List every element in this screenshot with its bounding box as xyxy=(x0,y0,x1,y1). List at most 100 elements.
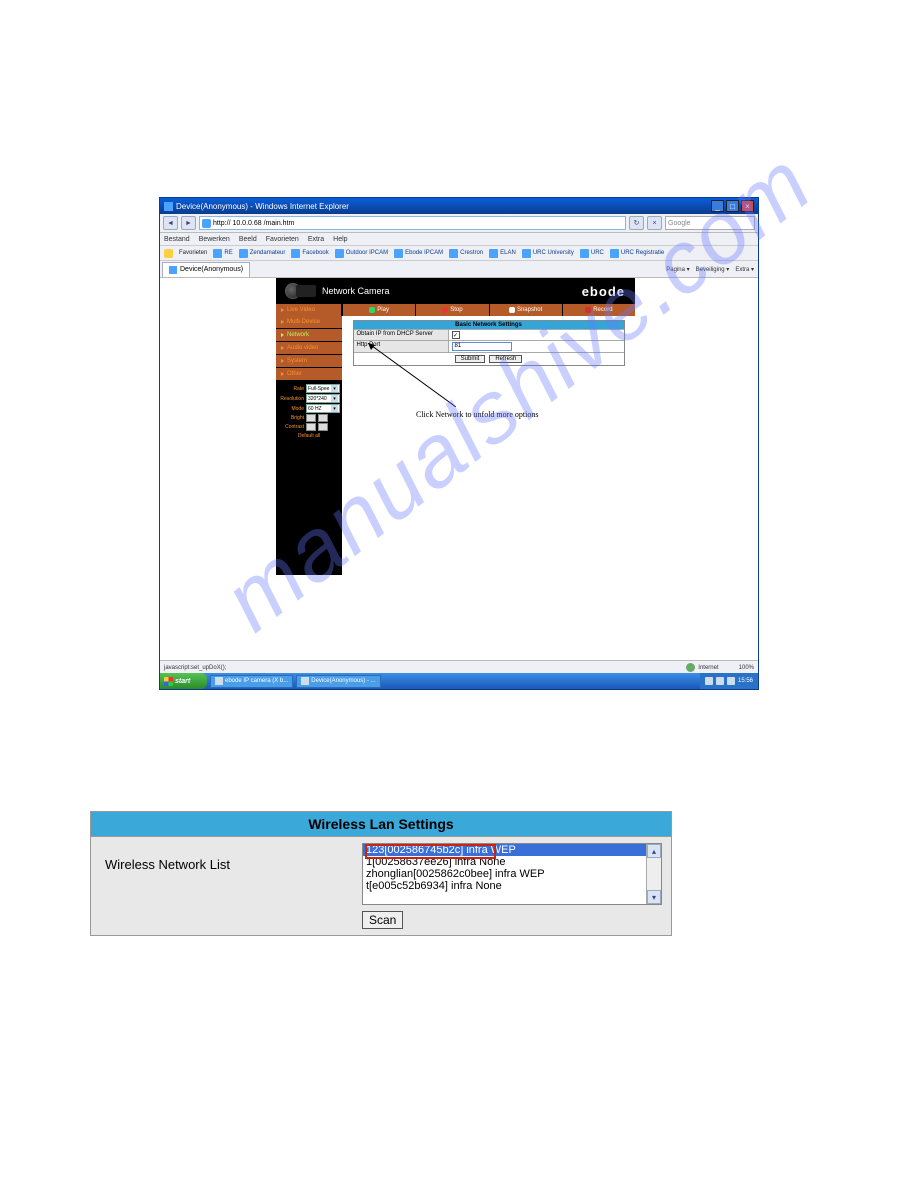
start-button[interactable]: start xyxy=(160,673,207,689)
tab-label: Device(Anonymous) xyxy=(180,266,243,273)
tab-icon xyxy=(169,266,177,274)
fav-item[interactable]: RE xyxy=(213,249,232,258)
forward-button[interactable]: ► xyxy=(181,216,196,230)
bright-plus-button[interactable] xyxy=(306,414,316,422)
list-item[interactable]: t[e005c52b6934] infra None xyxy=(363,880,661,892)
sidebar-item-multi-device[interactable]: Multi-Device xyxy=(276,316,342,329)
window-title: Device(Anonymous) - Windows Internet Exp… xyxy=(176,202,349,211)
refresh-button[interactable]: ↻ xyxy=(629,216,644,230)
fav-text: RE xyxy=(224,250,232,256)
record-button[interactable]: Record xyxy=(562,304,635,316)
taskbar-button[interactable]: Device(Anonymous) - ... xyxy=(296,675,380,688)
start-label: start xyxy=(175,678,190,685)
fav-item[interactable]: Ebode IPCAM xyxy=(394,249,443,258)
bright-minus-button[interactable] xyxy=(318,414,328,422)
scroll-down-button[interactable]: ▾ xyxy=(647,890,661,904)
menu-extra[interactable]: Extra xyxy=(308,236,324,243)
address-bar[interactable]: http:// 10.0.0.68 /main.htm xyxy=(199,216,626,230)
star-icon[interactable] xyxy=(164,249,173,258)
row-label: Obtain IP from DHCP Server xyxy=(354,330,449,340)
refresh-button[interactable]: Refresh xyxy=(489,355,522,363)
snapshot-button[interactable]: Snapshot xyxy=(489,304,562,316)
scan-button[interactable]: Scan xyxy=(362,911,403,929)
tray-icon[interactable] xyxy=(705,677,713,685)
list-item[interactable]: 1[00258637ee26] infra None xyxy=(363,856,661,868)
fav-icon xyxy=(522,249,531,258)
taskbar-label: ebode IP camera (X b... xyxy=(225,678,288,684)
wireless-network-listbox[interactable]: 123[002586745b2c] infra WEP 1[00258637ee… xyxy=(362,843,662,905)
rate-select[interactable]: Full-Spee▾ xyxy=(306,384,340,393)
fav-icon xyxy=(449,249,458,258)
sidebar-item-system[interactable]: System xyxy=(276,355,342,368)
taskbar-button[interactable]: ebode IP camera (X b... xyxy=(210,675,293,688)
fav-text: Outdoor IPCAM xyxy=(346,250,388,256)
search-box[interactable]: Google xyxy=(665,216,755,230)
list-label: Wireless Network List xyxy=(91,837,356,935)
fav-item[interactable]: Zendamateur xyxy=(239,249,286,258)
cmd-pagina[interactable]: Pagina ▾ xyxy=(666,266,689,273)
http-port-input[interactable]: 81 xyxy=(452,342,512,351)
menu-bewerken[interactable]: Bewerken xyxy=(199,236,230,243)
command-bar: Pagina ▾ Beveiliging ▾ Extra ▾ xyxy=(250,266,758,273)
fav-item[interactable]: Crestron xyxy=(449,249,483,258)
list-item[interactable]: zhonglian[0025862c0bee] infra WEP xyxy=(363,868,661,880)
tab-bar: Device(Anonymous) Pagina ▾ Beveiliging ▾… xyxy=(160,261,758,278)
menu-favorieten[interactable]: Favorieten xyxy=(266,236,299,243)
menu-help[interactable]: Help xyxy=(333,236,347,243)
sidebar-item-audio-video[interactable]: Audio video xyxy=(276,342,342,355)
menu-beeld[interactable]: Beeld xyxy=(239,236,257,243)
stop-button[interactable]: × xyxy=(647,216,662,230)
ie-icon xyxy=(164,202,173,211)
default-all-link[interactable]: Default all xyxy=(278,433,340,439)
fav-item[interactable]: Facebook xyxy=(291,249,328,258)
close-button[interactable]: × xyxy=(741,200,754,212)
fav-item[interactable]: URC xyxy=(580,249,604,258)
sidebar-item-live-video[interactable]: Live Video xyxy=(276,304,342,316)
maximize-button[interactable]: □ xyxy=(726,200,739,212)
fav-item[interactable]: ELAN xyxy=(489,249,516,258)
settings-table: Basic Network Settings Obtain IP from DH… xyxy=(353,320,625,366)
scroll-up-button[interactable]: ▴ xyxy=(647,844,661,858)
taskbar-label: Device(Anonymous) - ... xyxy=(311,678,375,684)
mode-select[interactable]: 60 HZ▾ xyxy=(306,404,340,413)
chevron-down-icon: ▾ xyxy=(331,385,338,392)
app-body: Multi-Device Network Audio video System … xyxy=(276,316,635,575)
cmd-extra[interactable]: Extra ▾ xyxy=(735,266,754,273)
scrollbar[interactable]: ▴ ▾ xyxy=(646,844,661,904)
tab-device[interactable]: Device(Anonymous) xyxy=(162,262,250,277)
tray-icon[interactable] xyxy=(727,677,735,685)
submit-button[interactable]: Submit xyxy=(455,355,486,363)
fav-icon xyxy=(213,249,222,258)
sidebar-item-other[interactable]: Other xyxy=(276,368,342,381)
cmd-beveiliging[interactable]: Beveiliging ▾ xyxy=(696,266,730,273)
fav-text: URC xyxy=(591,250,604,256)
zoom-level[interactable]: 100% xyxy=(739,665,754,671)
globe-icon xyxy=(202,219,211,228)
stop-button[interactable]: Stop xyxy=(415,304,488,316)
security-zone[interactable]: Internet xyxy=(686,663,718,672)
favorites-bar: Favorieten RE Zendamateur Facebook Outdo… xyxy=(160,246,758,261)
sidebar-item-network[interactable]: Network xyxy=(276,329,342,342)
fav-item[interactable]: URC University xyxy=(522,249,574,258)
contrast-label: Contrast xyxy=(278,424,304,430)
dhcp-checkbox[interactable]: ✓ xyxy=(452,331,460,339)
list-item[interactable]: 123[002586745b2c] infra WEP xyxy=(363,844,661,856)
fav-item[interactable]: URC Registratie xyxy=(610,249,664,258)
play-button[interactable]: Play xyxy=(342,304,415,316)
fav-text: Zendamateur xyxy=(250,250,286,256)
tray-icon[interactable] xyxy=(716,677,724,685)
contrast-plus-button[interactable] xyxy=(306,423,316,431)
fav-text: Facebook xyxy=(302,250,328,256)
sidebar-label: Audio video xyxy=(287,345,318,351)
resolution-select[interactable]: 320*240▾ xyxy=(306,394,340,403)
fav-item[interactable]: Outdoor IPCAM xyxy=(335,249,388,258)
back-button[interactable]: ◄ xyxy=(163,216,178,230)
minimize-button[interactable]: _ xyxy=(711,200,724,212)
windows-icon xyxy=(164,677,173,686)
sidebar-label: Other xyxy=(287,371,302,377)
camera-icon xyxy=(282,280,316,303)
search-placeholder: Google xyxy=(668,220,691,227)
nav-toolbar: ◄ ► http:// 10.0.0.68 /main.htm ↻ × Goog… xyxy=(160,214,758,233)
menu-bestand[interactable]: Bestand xyxy=(164,236,190,243)
contrast-minus-button[interactable] xyxy=(318,423,328,431)
